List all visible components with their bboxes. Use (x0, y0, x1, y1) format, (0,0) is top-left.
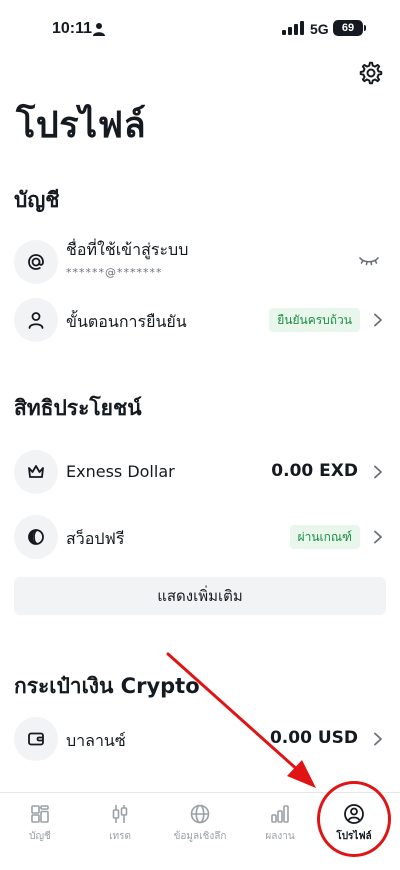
tab-performance[interactable]: ผลงาน (244, 801, 316, 857)
swap-free-row[interactable]: สว็อปฟรี ผ่านเกณฑ์ (14, 509, 386, 565)
candlestick-icon (112, 805, 128, 823)
status-bar: 10:11 5G 69 (0, 0, 400, 56)
eye-closed-icon[interactable] (358, 254, 380, 268)
gear-icon[interactable] (358, 60, 384, 86)
chevron-right-icon (374, 732, 382, 746)
bar-chart-icon (271, 805, 289, 823)
username-row[interactable]: ชื่อที่ใช้เข้าสู่ระบบ ******@******* (14, 234, 386, 290)
annotation-circle (317, 781, 391, 857)
wallet-icon (14, 717, 58, 761)
tab-trade[interactable]: เทรด (84, 801, 156, 857)
chevron-right-icon (374, 313, 382, 327)
username-masked: ******@******* (66, 266, 163, 279)
balance-value: 0.00 USD (269, 728, 358, 748)
verification-label: ขั้นตอนการยืนยัน (66, 312, 187, 331)
chevron-right-icon (374, 465, 382, 479)
verification-status-badge: ยืนยันครบถ้วน (269, 308, 360, 332)
at-icon (14, 240, 58, 284)
tab-label: ผลงาน (265, 831, 295, 842)
verification-row[interactable]: ขั้นตอนการยืนยัน ยืนยันครบถ้วน (14, 292, 386, 348)
moon-icon (14, 515, 58, 559)
benefits-section-title: สิทธิประโยชน์ (14, 396, 142, 420)
chevron-right-icon (374, 530, 382, 544)
balance-label: บาลานซ์ (66, 731, 126, 750)
crypto-section-title: กระเป๋าเงิน Crypto (14, 674, 200, 698)
exness-dollar-row[interactable]: Exness Dollar 0.00 EXD (14, 444, 386, 500)
signal-icon (282, 21, 304, 35)
tab-label: เทรด (109, 831, 131, 842)
battery-tip (364, 25, 366, 31)
battery-level: 69 (333, 20, 363, 36)
tab-insights[interactable]: ข้อมูลเชิงลึก (164, 801, 236, 857)
exness-dollar-label: Exness Dollar (66, 462, 175, 481)
tab-accounts[interactable]: บัญชี (4, 801, 76, 857)
show-more-button[interactable]: แสดงเพิ่มเติม (14, 577, 386, 615)
person-icon (93, 23, 105, 36)
username-label: ชื่อที่ใช้เข้าสู่ระบบ (66, 240, 189, 259)
tab-label: บัญชี (29, 831, 51, 842)
page-title: โปรไฟล์ (16, 105, 147, 146)
crypto-balance-row[interactable]: บาลานซ์ 0.00 USD (14, 711, 386, 767)
status-time: 10:11 (52, 20, 93, 37)
user-icon (14, 298, 58, 342)
crown-icon (14, 450, 58, 494)
exness-dollar-value: 0.00 EXD (271, 461, 358, 481)
swap-free-label: สว็อปฟรี (66, 529, 125, 548)
globe-icon (190, 804, 210, 824)
tab-label: ข้อมูลเชิงลึก (173, 831, 227, 842)
swap-free-status-badge: ผ่านเกณฑ์ (289, 525, 360, 549)
grid-icon (31, 805, 49, 823)
account-section-title: บัญชี (14, 188, 60, 212)
network-type: 5G (310, 21, 329, 37)
